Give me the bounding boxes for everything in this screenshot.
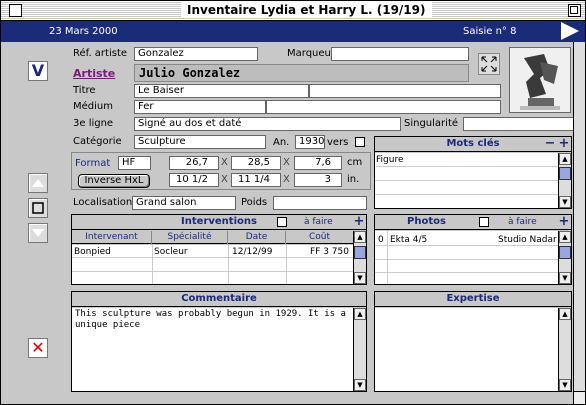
commentaire-scrollbar[interactable]: ▲ ▼ <box>353 308 366 391</box>
categorie-label: Catégorie <box>73 136 122 147</box>
depth-cm-field[interactable]: 7,6 <box>294 156 342 170</box>
categorie-field[interactable]: Sculpture <box>134 135 266 149</box>
record-header: 23 Mars 2000 Saisie n° 8 <box>1 21 585 42</box>
zoom-box[interactable] <box>568 4 581 17</box>
ref-artiste-label: Réf. artiste <box>73 48 128 59</box>
commentaire-title: Commentaire <box>72 292 366 307</box>
delete-button[interactable]: ✕ <box>28 338 48 358</box>
ligne3-field[interactable]: Signé au dos et daté <box>134 117 401 131</box>
ligne3-label: 3e ligne <box>73 118 114 129</box>
localisation-field[interactable]: Grand salon <box>132 196 236 210</box>
commentaire-textarea[interactable]: This sculpture was probably begun in 192… <box>72 308 353 391</box>
keywords-list[interactable]: Figure <box>375 153 558 208</box>
artwork-thumbnail[interactable] <box>509 47 571 113</box>
times-3: X <box>221 174 228 185</box>
width-cm-field[interactable]: 28,5 <box>231 156 281 170</box>
singularite-label: Singularité <box>404 118 459 129</box>
window-title: Inventaire Lydia et Harry L. (19/19) <box>181 2 432 18</box>
expertise-textarea[interactable] <box>375 308 558 391</box>
keywords-scrollbar[interactable]: ▲ ▼ <box>558 153 571 208</box>
times-4: X <box>283 174 290 185</box>
table-row[interactable]: Bonpied Socleur 12/12/99 FF 3 750 <box>72 245 353 258</box>
interventions-table[interactable]: Bonpied Socleur 12/12/99 FF 3 750 <box>72 245 353 284</box>
expertise-panel: Expertise ▲ ▼ <box>374 291 572 392</box>
interventions-add-icon[interactable]: + <box>353 215 365 228</box>
times-2: X <box>283 157 290 168</box>
expertise-scrollbar[interactable]: ▲ ▼ <box>558 308 571 391</box>
validate-button[interactable]: V <box>28 61 48 81</box>
expand-icon[interactable] <box>478 53 500 75</box>
vers-label: vers <box>327 137 349 148</box>
artiste-link[interactable]: Artiste <box>73 67 115 80</box>
width-in-field[interactable]: 11 1/4 <box>231 173 281 187</box>
col-cout[interactable]: Coût <box>286 231 353 244</box>
col-date[interactable]: Date <box>228 231 286 244</box>
table-row[interactable]: 0 Ekta 4/5 Studio Nadar <box>375 233 558 246</box>
prev-record-button[interactable] <box>28 173 48 193</box>
keywords-remove-icon[interactable]: − <box>544 137 556 150</box>
arrow-up-icon <box>32 179 44 187</box>
photos-table[interactable]: 0 Ekta 4/5 Studio Nadar <box>375 231 558 284</box>
an-label: An. <box>273 137 290 148</box>
header-saisie: Saisie n° 8 <box>463 26 517 37</box>
keywords-title: Mots clés <box>375 137 571 152</box>
depth-in-field[interactable]: 3 <box>294 173 342 187</box>
poids-field[interactable] <box>273 196 367 210</box>
marqueur-label: Marqueur <box>287 48 335 59</box>
marqueur-field[interactable] <box>331 47 469 61</box>
title-bar[interactable]: Inventaire Lydia et Harry L. (19/19) <box>1 1 585 21</box>
keywords-panel: Mots clés − + Figure ▲ ▼ <box>374 136 572 209</box>
titre-field[interactable]: Le Baiser <box>134 84 309 98</box>
app-window: Inventaire Lydia et Harry L. (19/19) 23 … <box>0 0 586 405</box>
height-cm-field[interactable]: 26,7 <box>169 156 219 170</box>
singularite-field[interactable] <box>463 117 575 131</box>
photos-a-faire-checkbox[interactable] <box>479 217 489 227</box>
photos-a-faire-label: à faire <box>508 217 537 227</box>
interventions-a-faire-checkbox[interactable] <box>277 217 287 227</box>
format-label: Format <box>75 158 111 169</box>
medium-field[interactable]: Fer <box>134 100 266 114</box>
commentaire-panel: Commentaire This sculpture was probably … <box>71 291 367 392</box>
col-specialite[interactable]: Spécialité <box>152 231 228 244</box>
close-box[interactable] <box>9 4 22 17</box>
artiste-value: Julio Gonzalez <box>134 64 469 82</box>
height-in-field[interactable]: 10 1/2 <box>169 173 219 187</box>
grow-box[interactable] <box>573 391 585 404</box>
photos-panel: Photos à faire + 0 Ekta 4/5 Studio Nadar… <box>374 214 572 285</box>
square-icon <box>32 202 44 214</box>
stop-button[interactable] <box>28 198 48 218</box>
photos-title: Photos <box>375 215 571 230</box>
arrow-down-icon <box>32 229 44 237</box>
ref-artiste-field[interactable]: Gonzalez <box>134 47 258 61</box>
photos-scrollbar[interactable]: ▲ ▼ <box>558 231 571 284</box>
interventions-panel: Interventions à faire + Intervenant Spéc… <box>71 214 367 285</box>
unit-cm-label: cm <box>347 157 363 168</box>
medium-label: Médium <box>73 101 113 112</box>
unit-in-label: in. <box>347 174 360 185</box>
format-field[interactable]: HF <box>118 156 151 170</box>
medium-field-2[interactable] <box>266 100 501 114</box>
interventions-scrollbar[interactable]: ▲ ▼ <box>353 231 366 284</box>
header-date: 23 Mars 2000 <box>49 26 118 37</box>
an-field[interactable]: 1930 <box>295 135 325 149</box>
window-scrollbar[interactable] <box>573 42 585 391</box>
next-record-arrow-icon[interactable] <box>561 22 579 40</box>
expertise-title: Expertise <box>375 292 571 307</box>
titre-field-2[interactable] <box>309 84 501 98</box>
localisation-label: Localisation <box>73 197 133 208</box>
times-1: X <box>221 157 228 168</box>
next-record-button[interactable] <box>28 223 48 243</box>
photos-add-icon[interactable]: + <box>558 215 570 228</box>
vers-checkbox[interactable] <box>355 137 365 147</box>
titre-label: Titre <box>73 85 96 96</box>
keyword-item[interactable]: Figure <box>376 154 557 167</box>
keywords-add-icon[interactable]: + <box>558 137 570 150</box>
inverse-hxl-button[interactable]: Inverse HxL <box>78 174 150 188</box>
poids-label: Poids <box>241 197 268 208</box>
interventions-a-faire-label: à faire <box>304 217 333 227</box>
col-intervenant[interactable]: Intervenant <box>72 231 152 244</box>
